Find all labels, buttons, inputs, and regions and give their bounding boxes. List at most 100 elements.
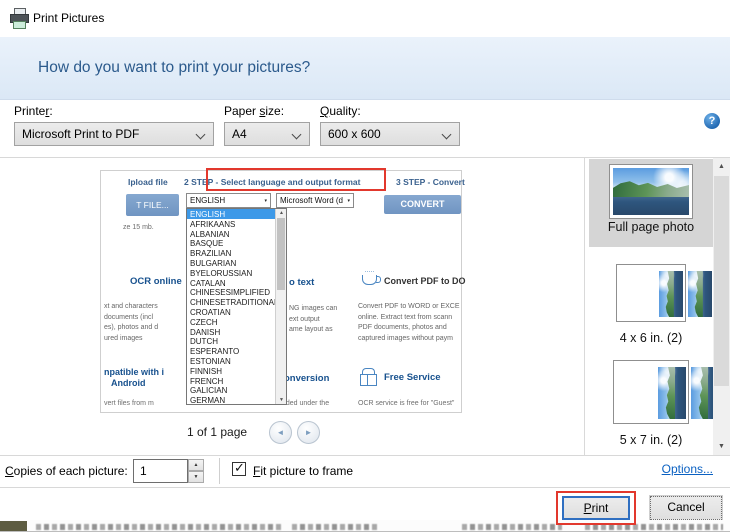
text-line: ESTONIAN <box>187 356 286 366</box>
quality-label: Quality: <box>320 104 361 118</box>
text-line: Convert PDF to WORD or EXCE <box>358 302 460 313</box>
text-line: BRAZILIAN <box>187 248 286 258</box>
window-title: Print Pictures <box>33 11 104 25</box>
text-line: DUTCH <box>187 336 286 346</box>
chevron-down-icon <box>292 130 302 140</box>
preview-promo-free-service: Free Service <box>384 372 441 383</box>
layout-option-label: 5 x 7 in. (2) <box>589 433 713 447</box>
preview-format-select: Microsoft Word (d ▾ <box>276 193 354 208</box>
text-line: DANISH <box>187 327 286 337</box>
scroll-down-button[interactable]: ▼ <box>713 438 730 455</box>
printer-select[interactable]: Microsoft Print to PDF <box>14 122 214 146</box>
next-page-button[interactable]: ► <box>297 421 320 444</box>
help-button[interactable]: ? <box>704 113 720 129</box>
previous-arrow-icon: ◄ <box>277 428 285 437</box>
text-line: PDF documents, photos and <box>358 323 460 334</box>
layout-option-label: Full page photo <box>589 220 713 234</box>
scrollbar-thumb[interactable] <box>714 176 729 386</box>
text-line: GALICIAN <box>187 385 286 395</box>
preview-promo-android: Android <box>111 378 146 388</box>
print-preview-page: Ipload file 2 STEP - Select language and… <box>100 170 462 413</box>
gift-icon <box>360 374 377 386</box>
background-artifact-text <box>292 524 377 530</box>
text-line: es), photos and d <box>104 323 158 334</box>
quality-select-value: 600 x 600 <box>328 127 381 141</box>
divider <box>219 458 220 484</box>
photo-thumbnail <box>658 367 686 419</box>
photo-thumbnail <box>613 168 689 215</box>
layout-thumbnail-frame <box>613 360 689 424</box>
coffee-cup-icon <box>362 275 377 285</box>
text-line: ame layout as <box>289 325 337 336</box>
photo-thumbnail <box>659 271 683 317</box>
layout-option-full-page-photo[interactable]: Full page photo <box>589 159 713 247</box>
copies-input[interactable]: 1 <box>133 459 188 483</box>
preview-convert-button: CONVERT <box>384 195 461 214</box>
preview-promo-conversion: onversion <box>284 373 329 384</box>
preview-select-file-button: T FILE... <box>126 194 179 216</box>
language-options: ENGLISHAFRIKAANSALBANIANBASQUEBRAZILIANB… <box>187 209 286 405</box>
text-line: CATALAN <box>187 278 286 288</box>
text-line: captured images without paym <box>358 334 460 345</box>
paper-size-select[interactable]: A4 <box>224 122 310 146</box>
copies-stepper: ▲ ▼ <box>188 459 204 483</box>
preview-promo-compatible: npatible with i <box>104 367 164 377</box>
select-arrow-icon: ▾ <box>347 198 350 204</box>
layout-option-label: 4 x 6 in. (2) <box>589 331 713 345</box>
preview-footer3: OCR service is free for "Guest" <box>358 400 454 407</box>
chevron-down-icon <box>442 130 452 140</box>
header-question: How do you want to print your pictures? <box>38 59 310 77</box>
stepper-up-button[interactable]: ▲ <box>188 459 204 471</box>
text-line: ESPERANTO <box>187 346 286 356</box>
fit-picture-label[interactable]: Fit picture to frame <box>253 464 353 478</box>
text-line: CZECH <box>187 317 286 327</box>
stepper-down-button[interactable]: ▼ <box>188 471 204 483</box>
text-line: CROATIAN <box>187 307 286 317</box>
text-line: FINNISH <box>187 366 286 376</box>
background-artifact-block <box>0 521 27 532</box>
paper-size-label: Paper size: <box>224 104 284 118</box>
text-line: NG images can <box>289 304 337 315</box>
scroll-up-button[interactable]: ▲ <box>713 158 730 175</box>
layout-option-5x7[interactable]: 5 x 7 in. (2) <box>589 357 713 447</box>
chevron-down-icon <box>196 130 206 140</box>
preview-footer1: vert files from m <box>104 400 154 407</box>
select-arrow-icon: ▾ <box>264 198 267 204</box>
cancel-button[interactable]: Cancel <box>650 496 722 520</box>
divider <box>584 158 585 455</box>
options-link[interactable]: Options... <box>662 462 713 476</box>
photo-thumbnail <box>688 271 712 317</box>
layout-thumbnail-frame <box>609 164 693 219</box>
text-line: BULGARIAN <box>187 258 286 268</box>
page-status: 1 of 1 page <box>187 425 247 439</box>
preview-step3-text: 3 STEP - Convert <box>396 177 465 187</box>
printer-label: Printer: <box>14 104 53 118</box>
fit-checkbox[interactable]: ✓ <box>232 462 246 476</box>
text-line: CHINESETRADITIONAL <box>187 297 286 307</box>
layout-option-4x6[interactable]: 4 x 6 in. (2) <box>589 261 713 347</box>
photo <box>688 271 712 317</box>
next-arrow-icon: ► <box>305 428 313 437</box>
background-artifact-text <box>36 524 281 530</box>
separator <box>0 455 730 456</box>
previous-page-button[interactable]: ◄ <box>269 421 292 444</box>
photo <box>658 367 686 419</box>
preview-body-col3: Convert PDF to WORD or EXCEonline. Extra… <box>358 302 460 344</box>
printer-select-value: Microsoft Print to PDF <box>22 127 139 141</box>
sidebar-scrollbar[interactable]: ▲ ▼ <box>713 158 730 455</box>
preview-footer2: aded under the <box>282 400 329 407</box>
background-artifact-text <box>462 524 562 530</box>
preview-size-note: ze 15 mb. <box>123 224 154 231</box>
separator <box>0 487 730 488</box>
text-line: GERMAN <box>187 395 286 405</box>
preview-body-col1: xt and charactersdocuments (incles), pho… <box>104 302 158 344</box>
printer-icon <box>10 8 29 29</box>
text-line: ENGLISH <box>187 209 286 219</box>
checkmark-icon: ✓ <box>234 460 245 476</box>
text-line: BYELORUSSIAN <box>187 268 286 278</box>
preview-body-col2: NG images canext outputame layout as <box>289 304 337 336</box>
copies-label: Copies of each picture: <box>5 464 128 478</box>
text-line: CHINESESIMPLIFIED <box>187 287 286 297</box>
scrollbar-thumb <box>277 218 285 290</box>
quality-select[interactable]: 600 x 600 <box>320 122 460 146</box>
